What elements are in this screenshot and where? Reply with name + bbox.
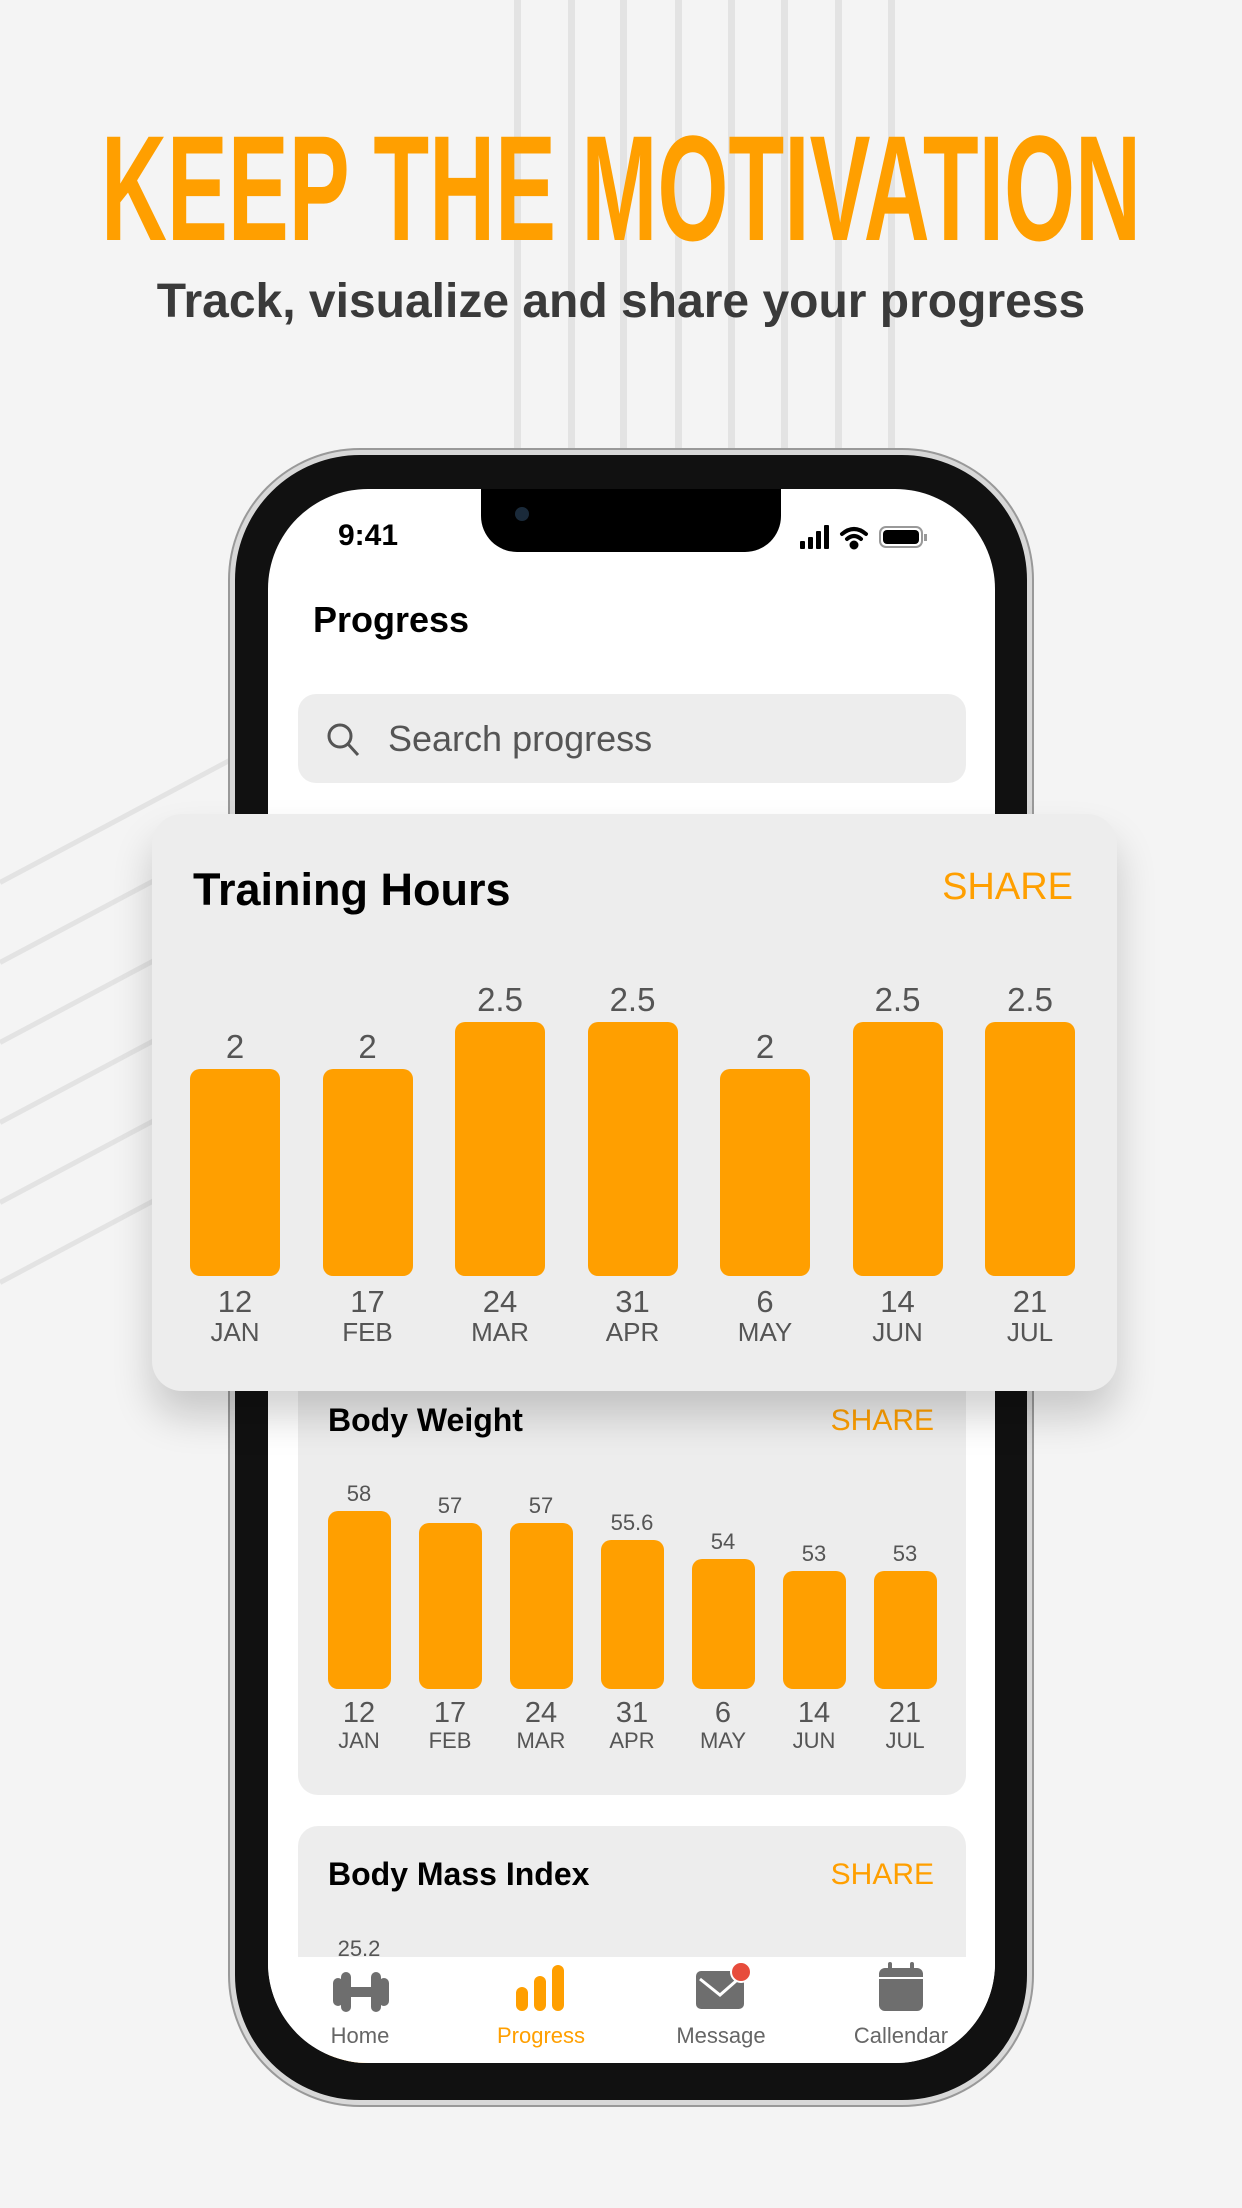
bar-value: 2 (358, 1028, 377, 1065)
bar-value: 2 (225, 1028, 245, 1065)
bar-day: 21 (888, 1697, 922, 1729)
bar (322, 1069, 413, 1276)
bar-month: JUN (872, 1317, 923, 1347)
bar-chart-icon (516, 1965, 564, 2011)
bar-month: MAR (471, 1317, 529, 1347)
mail-icon (696, 1962, 752, 2009)
bar (985, 1022, 1075, 1276)
tab-label: Callendar (853, 2023, 949, 2048)
bar-value: 53 (892, 1541, 918, 1566)
bar (691, 1559, 755, 1689)
bar-month: APR (605, 1317, 660, 1347)
tab-progress[interactable]: Progress (451, 1957, 631, 2063)
bar-value: 2.5 (609, 981, 656, 1018)
bar-month: MAY (737, 1317, 793, 1347)
bar (600, 1539, 664, 1689)
search-icon (327, 723, 360, 757)
bar (418, 1523, 482, 1689)
card-title: Body Mass Index (328, 1856, 590, 1892)
bar-day: 14 (880, 1284, 915, 1319)
tab-label: Progress (496, 2023, 586, 2048)
wifi-icon (840, 527, 868, 550)
bar-day: 24 (482, 1284, 518, 1319)
bar-month: JUL (885, 1728, 925, 1753)
tab-label: Message (676, 2023, 766, 2048)
training-hours-card: Training Hours SHARE 2 12 JAN 2 17 FEB 2.5 24 MA… (152, 814, 1117, 1391)
calendar-icon (879, 1962, 923, 2011)
bar-day: 21 (1012, 1284, 1048, 1319)
bar-value: 2.5 (874, 981, 921, 1018)
card-title: Body Weight (328, 1402, 523, 1438)
search-input[interactable]: Search progress (298, 694, 966, 783)
bar-day: 6 (756, 1284, 774, 1319)
bar-value: 2.5 (477, 981, 523, 1018)
bar-day: 17 (350, 1284, 385, 1319)
notification-badge (730, 1962, 752, 1983)
search-placeholder: Search progress (388, 718, 653, 759)
card-title: Training Hours (193, 864, 511, 915)
bar (509, 1523, 573, 1689)
status-time: 9:41 (338, 519, 399, 552)
bar (873, 1571, 937, 1689)
battery-icon (879, 526, 927, 548)
tab-calendar[interactable]: Callendar (811, 1957, 991, 2063)
headline-container: KEEP THE MOTIVATION (101, 112, 1141, 252)
bar-month: JUL (1006, 1317, 1054, 1347)
bar-value: 2 (755, 1028, 775, 1065)
bar-value: 2.5 (1007, 981, 1053, 1018)
camera-icon (515, 507, 529, 521)
share-button[interactable]: SHARE (831, 1858, 934, 1892)
bar (190, 1069, 280, 1276)
tab-label: Home (330, 2023, 390, 2048)
tab-home[interactable]: Home (270, 1957, 450, 2063)
bar (782, 1571, 846, 1689)
tab-bar: Home Progress Message Callendar (268, 1957, 995, 2063)
bar-day: 12 (217, 1284, 253, 1319)
bar (327, 1511, 391, 1689)
share-button[interactable]: SHARE (942, 866, 1073, 909)
share-button[interactable]: SHARE (831, 1404, 934, 1438)
bar-day: 31 (615, 1284, 650, 1319)
headline: KEEP THE MOTIVATION (101, 112, 1141, 252)
bar-month: JAN (210, 1317, 260, 1347)
bar-month: FEB (342, 1317, 393, 1347)
notch (481, 489, 781, 552)
body-weight-card: Body Weight SHARE 58 12 JAN 57 17 FEB 57 24 MAR 5… (298, 1369, 966, 1795)
status-icons (800, 525, 927, 550)
subtitle: Track, visualize and share your progress (156, 275, 1086, 328)
signal-icon (800, 525, 829, 549)
bar (852, 1022, 943, 1276)
tab-message[interactable]: Message (631, 1957, 811, 2063)
bar (720, 1069, 810, 1276)
page-title: Progress (313, 599, 470, 640)
bar (455, 1022, 545, 1276)
bar (587, 1022, 678, 1276)
dumbbell-icon (333, 1972, 389, 2012)
